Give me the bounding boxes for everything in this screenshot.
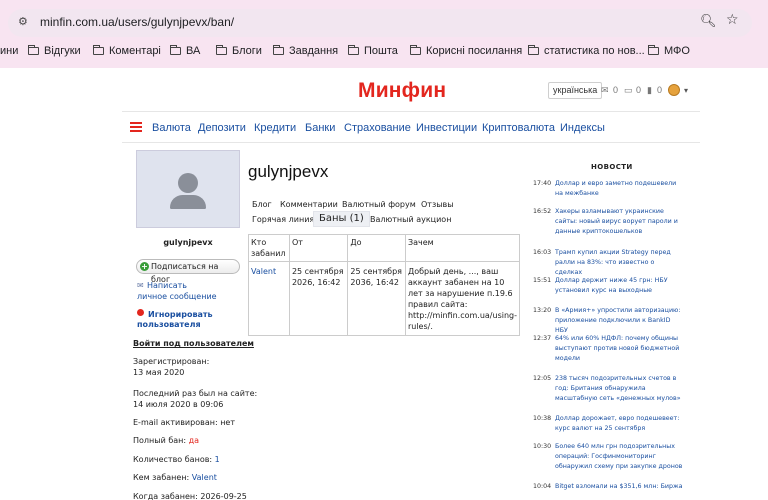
tab-currency-auction[interactable]: Валютный аукцион [370, 215, 451, 224]
tab-reviews[interactable]: Отзывы [421, 200, 454, 209]
tab-bans[interactable]: Баны (1) [313, 211, 370, 227]
bookmark-star-icon[interactable]: ☆ [726, 12, 739, 28]
bookmark-item[interactable]: ини [0, 45, 18, 57]
nav-item[interactable]: Банки [305, 122, 335, 134]
bookmark-item[interactable]: Пошта [348, 45, 398, 57]
bookmark-item[interactable]: МФО [648, 45, 690, 57]
bookmark-icon[interactable]: ▮ [647, 85, 652, 96]
bans-count: Количество банов: 1 [133, 455, 220, 464]
table-cell-reason: Добрый день, ..., ваш аккаунт забанен на… [404, 261, 521, 336]
tab-comments[interactable]: Комментарии [280, 200, 338, 209]
block-icon [137, 309, 144, 316]
inbox-icon[interactable]: ✉ [601, 85, 609, 96]
folder-icon [528, 45, 539, 55]
tab-blog[interactable]: Блог [252, 200, 272, 209]
table-header: От [288, 234, 349, 262]
table-cell-who[interactable]: Valent [248, 261, 290, 336]
folder-icon [348, 45, 359, 55]
bookmark-item[interactable]: Коментарі [93, 45, 161, 57]
comments-icon[interactable]: ▭ [624, 85, 633, 96]
email-status: E-mail активирован: нет [133, 418, 236, 427]
site-settings-icon[interactable]: ⚙ [18, 16, 30, 28]
table-header: Зачем [404, 234, 521, 262]
bans-table: Кто забанил От До Зачем Valent 25 сентяб… [248, 234, 521, 336]
zoom-icon[interactable]: 🔍︎ [700, 14, 717, 29]
language-button[interactable]: українська [548, 82, 603, 99]
bookmark-item[interactable]: статистика по нов... [528, 45, 645, 57]
message-link[interactable]: Написать [147, 281, 187, 291]
full-ban: Полный бан: да [133, 436, 200, 445]
news-title: НОВОСТИ [591, 163, 633, 171]
sidebar-username: gulynjpevx [163, 238, 213, 247]
table-cell-from: 25 сентября 2026, 16:42 [288, 261, 349, 336]
folder-icon [216, 45, 227, 55]
registered-value: 13 мая 2020 [133, 368, 185, 377]
banned-by: Кем забанен: Valent [133, 473, 217, 482]
folder-icon [273, 45, 284, 55]
site-logo[interactable]: Минфин [358, 79, 446, 103]
profile-avatar [136, 150, 240, 228]
folder-icon [93, 45, 104, 55]
plus-icon: + [140, 262, 149, 271]
menu-icon[interactable] [130, 122, 142, 132]
nav-item[interactable]: Страхование [344, 122, 411, 134]
tab-currency-forum[interactable]: Валютный форум [342, 200, 416, 209]
message-link[interactable]: личное сообщение [137, 292, 217, 302]
folder-icon [28, 45, 39, 55]
nav-item[interactable]: Инвестиции [416, 122, 477, 134]
envelope-icon: ✉ [137, 281, 144, 290]
bookmarks-bar: ини Відгуки Коментарі ВА Блоги Завдання … [0, 42, 768, 62]
table-header: До [347, 234, 406, 262]
inbox-count: 0 [613, 85, 619, 95]
last-seen-label: Последний раз был на сайте: [133, 389, 258, 398]
tab-hotline[interactable]: Горячая линия [252, 215, 314, 224]
comments-count: 0 [636, 85, 642, 95]
ban-date: Когда забанен: 2026-09-25 [133, 492, 247, 500]
chevron-down-icon[interactable]: ▾ [684, 86, 688, 95]
folder-icon [410, 45, 421, 55]
table-header: Кто забанил [248, 234, 290, 262]
nav-item[interactable]: Валюта [152, 122, 191, 134]
url-text[interactable]: minfin.com.ua/users/gulynjpevx/ban/ [40, 15, 234, 29]
table-row: Valent 25 сентября 2026, 16:42 25 сентяб… [248, 261, 521, 336]
page-title: gulynjpevx [248, 162, 329, 181]
bookmark-item[interactable]: Відгуки [28, 45, 81, 57]
ignore-link[interactable]: пользователя [137, 320, 201, 330]
table-cell-to: 25 сентября 2036, 16:42 [347, 261, 406, 336]
nav-item[interactable]: Индексы [560, 122, 605, 134]
bookmarks-count: 0 [657, 85, 663, 95]
subscribe-button[interactable]: + Подписаться на блог [136, 259, 240, 284]
ignore-link[interactable]: Игнорировать [148, 310, 213, 320]
nav-item[interactable]: Криптовалюта [482, 122, 555, 134]
folder-icon [170, 45, 181, 55]
login-as-link[interactable]: Войти под пользователем [133, 339, 254, 349]
bookmark-item[interactable]: Завдання [273, 45, 338, 57]
registered-label: Зарегистрирован: [133, 357, 210, 366]
bookmark-item[interactable]: Корисні посилання [410, 45, 522, 57]
nav-item[interactable]: Кредити [254, 122, 296, 134]
bookmark-item[interactable]: ВА [170, 45, 200, 57]
bookmark-item[interactable]: Блоги [216, 45, 262, 57]
user-avatar[interactable] [668, 84, 680, 96]
last-seen-value: 14 июля 2020 в 09:06 [133, 400, 224, 409]
nav-item[interactable]: Депозити [198, 122, 246, 134]
folder-icon [648, 45, 659, 55]
